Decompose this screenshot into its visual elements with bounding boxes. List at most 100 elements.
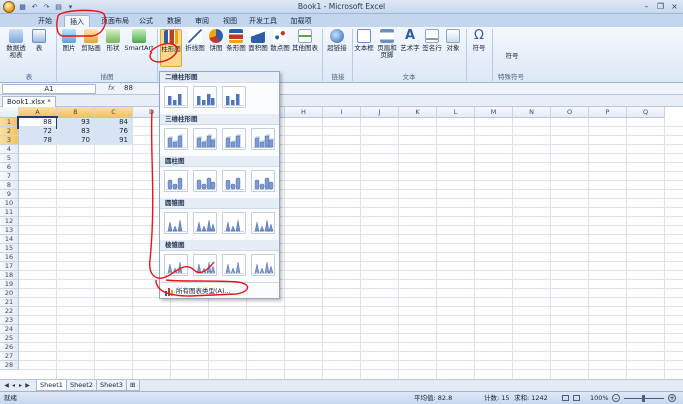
row-header[interactable]: 6 — [0, 163, 19, 172]
row-header[interactable]: 20 — [0, 289, 19, 298]
pyramid-option[interactable] — [164, 254, 188, 276]
column-header[interactable]: C — [95, 107, 133, 118]
pie-chart-button[interactable]: 饼图 — [208, 29, 224, 52]
zoom-in-icon[interactable]: + — [668, 394, 676, 402]
cone-option[interactable] — [193, 212, 217, 234]
row-header[interactable]: 14 — [0, 235, 19, 244]
column-2d-option[interactable] — [193, 86, 217, 108]
row-header[interactable]: 16 — [0, 253, 19, 262]
page-layout-view-icon[interactable] — [573, 395, 580, 401]
cone-option[interactable] — [164, 212, 188, 234]
column-header[interactable]: B — [57, 107, 95, 118]
row-header[interactable]: 27 — [0, 352, 19, 361]
sheet-tab-1[interactable]: Sheet1 — [36, 380, 67, 391]
row-header[interactable]: 7 — [0, 172, 19, 181]
first-sheet-icon[interactable]: ◀ — [3, 382, 10, 390]
insert-sheet-button[interactable]: ⊞ — [126, 380, 140, 391]
hyperlink-button[interactable]: 超链接 — [326, 29, 348, 52]
row-header[interactable]: 25 — [0, 334, 19, 343]
row-header[interactable]: 12 — [0, 217, 19, 226]
row-header[interactable]: 26 — [0, 343, 19, 352]
tab-home[interactable]: 开始 — [34, 15, 56, 27]
cell[interactable]: 76 — [95, 127, 132, 136]
row-header[interactable]: 2 — [0, 127, 19, 136]
column-2d-option[interactable] — [164, 86, 188, 108]
cell[interactable]: 78 — [19, 136, 56, 145]
minimize-button[interactable]: – — [640, 1, 653, 12]
column-header[interactable]: H — [285, 107, 323, 118]
row-header[interactable]: 13 — [0, 226, 19, 235]
last-sheet-icon[interactable]: ▶ — [24, 382, 31, 390]
row-header[interactable]: 11 — [0, 208, 19, 217]
column-header[interactable]: J — [361, 107, 399, 118]
line-chart-button[interactable]: 折线图 — [184, 29, 206, 52]
row-header[interactable]: 24 — [0, 325, 19, 334]
row-header[interactable]: 1 — [0, 118, 19, 127]
next-sheet-icon[interactable]: ▸ — [17, 382, 24, 390]
pivot-table-button[interactable]: 数据透视表 — [4, 29, 28, 59]
tab-developer[interactable]: 开发工具 — [247, 15, 279, 27]
restore-button[interactable]: ❐ — [654, 1, 667, 12]
area-chart-button[interactable]: 面积图 — [248, 29, 268, 52]
column-header[interactable]: M — [475, 107, 513, 118]
column-3d-option[interactable] — [222, 128, 246, 150]
row-header[interactable]: 4 — [0, 145, 19, 154]
row-header[interactable]: 19 — [0, 280, 19, 289]
pyramid-option[interactable] — [222, 254, 246, 276]
smartart-button[interactable]: SmartArt — [124, 29, 154, 52]
normal-view-icon[interactable] — [562, 395, 569, 401]
column-header[interactable]: K — [399, 107, 437, 118]
fx-icon[interactable]: fx — [108, 84, 115, 92]
worksheet-grid[interactable]: ABCDEFGHIJKLMNOPQ12345678910111213141516… — [0, 107, 683, 379]
column-header[interactable]: L — [437, 107, 475, 118]
row-header[interactable]: 15 — [0, 244, 19, 253]
row-header[interactable]: 23 — [0, 316, 19, 325]
wordart-button[interactable]: A 艺术字 — [399, 29, 421, 52]
cylinder-option[interactable] — [164, 170, 188, 192]
cell[interactable]: 84 — [95, 118, 132, 127]
tab-formulas[interactable]: 公式 — [135, 15, 157, 27]
column-header[interactable]: N — [513, 107, 551, 118]
document-tab[interactable]: Book1.xlsx * — [2, 96, 56, 107]
column-3d-option[interactable] — [251, 128, 275, 150]
cell[interactable]: 70 — [57, 136, 94, 145]
column-chart-button[interactable]: 柱形图 — [160, 29, 182, 67]
symbol-button[interactable]: Ω 符号 — [470, 29, 488, 52]
column-header[interactable]: P — [589, 107, 627, 118]
row-header[interactable]: 5 — [0, 154, 19, 163]
shapes-button[interactable]: 形状 — [104, 29, 122, 52]
bar-chart-button[interactable]: 条形图 — [226, 29, 246, 52]
scatter-chart-button[interactable]: 散点图 — [270, 29, 290, 52]
column-header[interactable]: Q — [627, 107, 665, 118]
prev-sheet-icon[interactable]: ◂ — [10, 382, 17, 390]
cylinder-option[interactable] — [193, 170, 217, 192]
row-header[interactable]: 9 — [0, 190, 19, 199]
tab-add-ins[interactable]: 加载项 — [287, 15, 315, 27]
cone-option[interactable] — [222, 212, 246, 234]
row-header[interactable]: 3 — [0, 136, 19, 145]
cell[interactable]: 88 — [17, 116, 58, 129]
text-box-button[interactable]: 文本框 — [354, 29, 374, 52]
zoom-out-icon[interactable]: – — [612, 394, 620, 402]
object-button[interactable]: 对象 — [444, 29, 462, 52]
column-header[interactable]: I — [323, 107, 361, 118]
signature-line-button[interactable]: 签名行 — [422, 29, 442, 52]
close-button[interactable]: × — [668, 1, 681, 12]
select-all-corner[interactable] — [0, 107, 19, 118]
tab-insert[interactable]: 插入 — [64, 15, 90, 27]
column-header[interactable]: O — [551, 107, 589, 118]
cell[interactable]: 91 — [95, 136, 132, 145]
row-header[interactable]: 21 — [0, 298, 19, 307]
tab-review[interactable]: 审阅 — [191, 15, 213, 27]
picture-button[interactable]: 图片 — [60, 29, 78, 52]
row-header[interactable]: 28 — [0, 361, 19, 370]
cylinder-option[interactable] — [251, 170, 275, 192]
table-button[interactable]: 表 — [32, 29, 46, 52]
sheet-tab-3[interactable]: Sheet3 — [96, 380, 127, 391]
column-header[interactable]: A — [19, 107, 57, 118]
cylinder-option[interactable] — [222, 170, 246, 192]
clip-art-button[interactable]: 剪贴画 — [80, 29, 102, 52]
row-header[interactable]: 18 — [0, 271, 19, 280]
all-chart-types-item[interactable]: 所有图表类型(A)... — [160, 282, 279, 299]
other-charts-button[interactable]: 其他图表 — [292, 29, 318, 52]
